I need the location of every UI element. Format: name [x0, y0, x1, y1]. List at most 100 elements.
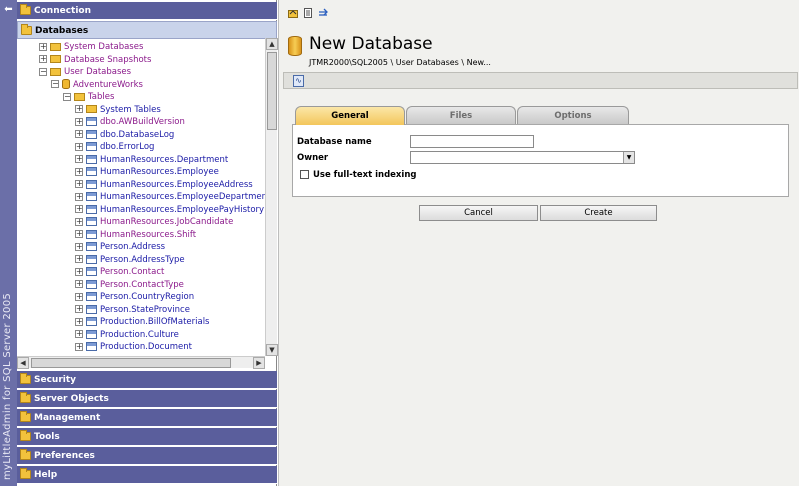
tree-node[interactable]: + HumanResources.Shift: [75, 229, 196, 241]
nav-section-server-objects[interactable]: Server Objects: [17, 390, 277, 408]
folder-icon: [20, 430, 31, 441]
expand-icon[interactable]: +: [75, 280, 83, 288]
tree-node[interactable]: + HumanResources.Employee: [75, 166, 219, 178]
expand-icon[interactable]: +: [75, 330, 83, 338]
database-icon: [62, 79, 70, 89]
tree-node[interactable]: + Production.Culture: [75, 329, 179, 341]
expand-icon[interactable]: +: [39, 42, 47, 51]
expand-icon[interactable]: +: [75, 180, 83, 188]
tree-node[interactable]: + Person.ContactType: [75, 279, 184, 291]
scroll-down-icon[interactable]: ▼: [266, 344, 278, 356]
expand-icon[interactable]: +: [75, 105, 83, 113]
tree-node-label: HumanResources.Department: [100, 154, 229, 165]
scroll-thumb[interactable]: [31, 358, 231, 368]
tree-node[interactable]: + HumanResources.JobCandidate: [75, 216, 233, 228]
tree-node[interactable]: − Tables: [63, 91, 114, 103]
nav-section-preferences[interactable]: Preferences: [17, 447, 277, 465]
tree-node[interactable]: + HumanResources.Department: [75, 154, 228, 166]
tree-node-label: HumanResources.JobCandidate: [100, 217, 234, 227]
brand-strip: ⬅ myLittleAdmin for SQL Server 2005: [0, 0, 17, 486]
cancel-button[interactable]: Cancel: [419, 205, 538, 221]
fulltext-checkbox[interactable]: [300, 170, 309, 179]
tree-node[interactable]: − AdventureWorks: [51, 79, 143, 91]
open-folder-icon[interactable]: [288, 8, 298, 18]
expand-icon[interactable]: +: [75, 217, 83, 226]
expand-icon[interactable]: +: [75, 305, 83, 313]
tree-node[interactable]: + HumanResources.EmployeeDepartmentHistor…: [75, 191, 265, 203]
expand-icon[interactable]: +: [75, 267, 83, 276]
expand-icon[interactable]: +: [75, 255, 83, 263]
object-explorer-tree: + System Databases + Database Snapshots − Use…: [17, 38, 265, 356]
tree-node[interactable]: + Person.CountryRegion: [75, 291, 194, 303]
expand-icon[interactable]: +: [75, 155, 83, 163]
expand-icon[interactable]: +: [75, 142, 83, 151]
table-icon: [86, 279, 97, 289]
nav-section-management[interactable]: Management: [17, 409, 277, 427]
expand-icon[interactable]: +: [75, 342, 83, 351]
folder-icon: [86, 105, 97, 113]
collapse-icon[interactable]: −: [63, 92, 71, 101]
tree-node-label: System Databases: [64, 42, 144, 52]
nav-section-security[interactable]: Security: [17, 371, 277, 389]
tree-node-label: Production.Culture: [100, 329, 179, 340]
properties-icon[interactable]: [303, 8, 313, 18]
table-icon: [86, 192, 97, 201]
tree-node[interactable]: + HumanResources.EmployeeAddress: [75, 179, 253, 191]
expand-icon[interactable]: +: [75, 117, 83, 126]
breadcrumb: JTMR2000\SQL2005 \ User Databases \ New.…: [309, 58, 491, 67]
scroll-left-icon[interactable]: ◀: [17, 357, 29, 369]
expand-icon[interactable]: +: [75, 292, 83, 301]
expand-icon[interactable]: +: [75, 167, 83, 176]
expand-icon[interactable]: +: [75, 192, 83, 201]
folder-icon: [50, 42, 61, 51]
refresh-icon[interactable]: [318, 8, 328, 18]
scroll-up-icon[interactable]: ▲: [266, 38, 278, 50]
table-icon: [86, 142, 97, 151]
owner-select[interactable]: ▼: [410, 151, 635, 164]
tab-options[interactable]: Options: [517, 106, 629, 124]
tree-horizontal-scrollbar[interactable]: ◀ ▶: [17, 356, 265, 369]
script-icon[interactable]: ∿: [293, 75, 304, 87]
nav-section-help[interactable]: Help: [17, 466, 277, 484]
tree-node[interactable]: + Person.Contact: [75, 266, 164, 278]
nav-section-databases[interactable]: Databases: [17, 21, 277, 39]
tab-files[interactable]: Files: [406, 106, 516, 124]
scroll-thumb[interactable]: [267, 52, 277, 130]
chevron-down-icon[interactable]: ▼: [623, 152, 634, 163]
scroll-right-icon[interactable]: ▶: [253, 357, 265, 369]
collapse-icon[interactable]: −: [39, 67, 47, 76]
expand-icon[interactable]: +: [75, 230, 83, 238]
collapse-arrow-icon[interactable]: ⬅: [3, 5, 14, 15]
expand-icon[interactable]: +: [75, 205, 83, 213]
tree-vertical-scrollbar[interactable]: ▲ ▼: [265, 38, 278, 356]
tree-node[interactable]: + HumanResources.EmployeePayHistory: [75, 204, 264, 216]
tree-node[interactable]: + System Databases: [39, 41, 143, 53]
tree-node-label: Person.ContactType: [100, 279, 184, 290]
tree-node[interactable]: + Database Snapshots: [39, 54, 151, 66]
tree-node[interactable]: + Person.AddressType: [75, 254, 185, 266]
tree-node[interactable]: − User Databases: [39, 66, 131, 78]
collapse-icon[interactable]: −: [51, 80, 59, 88]
expand-icon[interactable]: +: [75, 317, 83, 326]
table-icon: [86, 342, 97, 351]
nav-section-connection[interactable]: Connection: [17, 2, 277, 20]
create-button[interactable]: Create: [540, 205, 657, 221]
tree-node[interactable]: + dbo.AWBuildVersion: [75, 116, 185, 128]
tree-node[interactable]: + Production.Document: [75, 341, 192, 353]
tree-node[interactable]: + Person.Address: [75, 241, 165, 253]
expand-icon[interactable]: +: [75, 242, 83, 251]
app-window: ⬅ myLittleAdmin for SQL Server 2005 Conn…: [0, 0, 799, 486]
expand-icon[interactable]: +: [39, 55, 47, 63]
expand-icon[interactable]: +: [75, 130, 83, 138]
tree-node[interactable]: + System Tables: [75, 104, 161, 116]
tab-general[interactable]: General: [295, 106, 405, 125]
tree-node[interactable]: + Production.BillOfMaterials: [75, 316, 209, 328]
tree-node[interactable]: + Person.StateProvince: [75, 304, 190, 316]
table-icon: [86, 154, 97, 164]
nav-section-tools[interactable]: Tools: [17, 428, 277, 446]
database-name-input[interactable]: [410, 135, 534, 148]
tree-node[interactable]: + dbo.ErrorLog: [75, 141, 154, 153]
folder-icon: [20, 411, 31, 422]
nav-section-label: Help: [34, 470, 58, 480]
tree-node[interactable]: + dbo.DatabaseLog: [75, 129, 174, 141]
